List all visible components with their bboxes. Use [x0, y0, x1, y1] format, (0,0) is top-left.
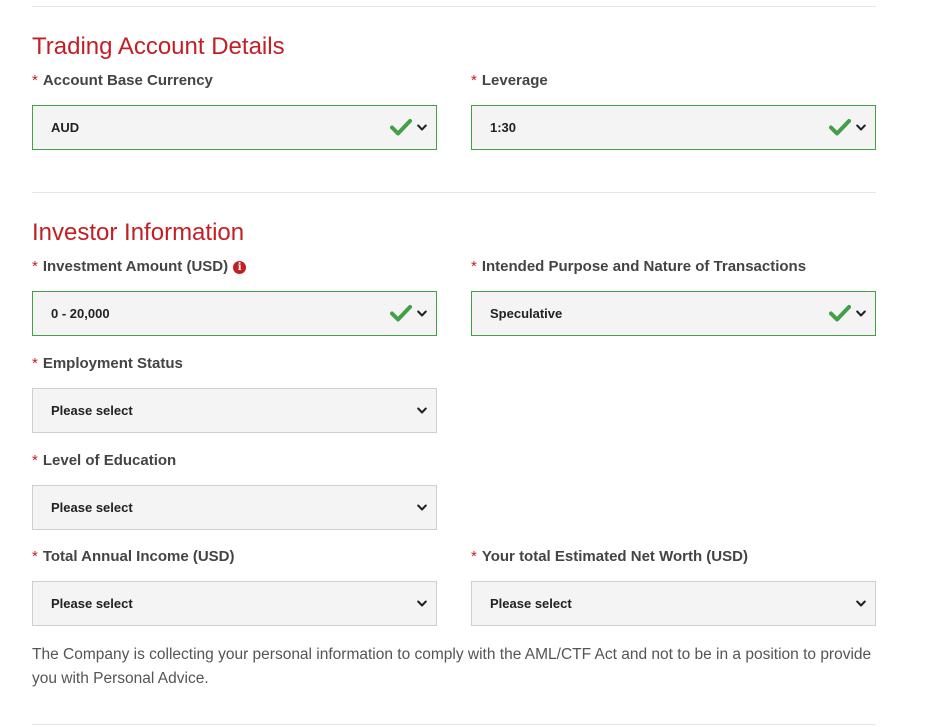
leverage-label-text: Leverage [481, 72, 548, 89]
income-value: Please select [51, 596, 133, 611]
investment-amount-label-text: Investment Amount (USD) [42, 258, 229, 275]
net-worth-value: Please select [490, 596, 572, 611]
aml-ctf-notice: The Company is collecting your personal … [32, 646, 872, 687]
employment-value: Please select [51, 403, 133, 418]
income-label-text: Total Annual Income (USD) [42, 548, 235, 565]
chevron-down-icon [417, 407, 427, 414]
investor-section-title: Investor Information [32, 219, 245, 246]
investment-amount-label: * Investment Amount (USD) i [32, 257, 247, 277]
leverage-select[interactable]: 1:30 [471, 105, 876, 150]
education-select[interactable]: Please select [32, 485, 437, 530]
employment-label: * Employment Status [32, 354, 183, 374]
required-marker: * [32, 548, 38, 565]
income-select[interactable]: Please select [32, 581, 437, 626]
check-icon [390, 305, 412, 322]
chevron-down-icon [417, 600, 427, 607]
purpose-label: * Intended Purpose and Nature of Transac… [471, 257, 806, 277]
education-label: * Level of Education [32, 451, 176, 471]
purpose-select[interactable]: Speculative [471, 291, 876, 336]
trading-section-title: Trading Account Details [32, 33, 285, 60]
required-marker: * [32, 258, 38, 275]
required-marker: * [471, 72, 477, 89]
base-currency-value: AUD [51, 120, 80, 135]
check-icon [829, 119, 851, 136]
chevron-down-icon [417, 310, 427, 317]
net-worth-label: * Your total Estimated Net Worth (USD) [471, 547, 748, 567]
employment-label-text: Employment Status [42, 355, 183, 372]
base-currency-select[interactable]: AUD [32, 105, 437, 150]
section-divider [32, 192, 876, 193]
net-worth-label-text: Your total Estimated Net Worth (USD) [481, 548, 748, 565]
base-currency-label-text: Account Base Currency [42, 72, 213, 89]
leverage-value: 1:30 [490, 120, 517, 135]
info-icon[interactable]: i [233, 260, 247, 274]
required-marker: * [32, 72, 38, 89]
base-currency-label: * Account Base Currency [32, 71, 213, 91]
education-label-text: Level of Education [42, 452, 177, 469]
investment-amount-select[interactable]: 0 - 20,000 [32, 291, 437, 336]
investment-amount-value: 0 - 20,000 [51, 306, 110, 321]
chevron-down-icon [856, 124, 866, 131]
employment-select[interactable]: Please select [32, 388, 437, 433]
required-marker: * [32, 355, 38, 372]
income-label: * Total Annual Income (USD) [32, 547, 235, 567]
purpose-label-text: Intended Purpose and Nature of Transacti… [481, 258, 807, 275]
required-marker: * [471, 258, 477, 275]
check-icon [390, 119, 412, 136]
required-marker: * [471, 548, 477, 565]
chevron-down-icon [417, 124, 427, 131]
chevron-down-icon [856, 600, 866, 607]
purpose-value: Speculative [490, 306, 563, 321]
check-icon [829, 305, 851, 322]
bottom-divider [32, 724, 876, 725]
net-worth-select[interactable]: Please select [471, 581, 876, 626]
chevron-down-icon [417, 504, 427, 511]
top-divider [32, 6, 876, 7]
leverage-label: * Leverage [471, 71, 548, 91]
required-marker: * [32, 452, 38, 469]
chevron-down-icon [856, 310, 866, 317]
education-value: Please select [51, 500, 133, 515]
